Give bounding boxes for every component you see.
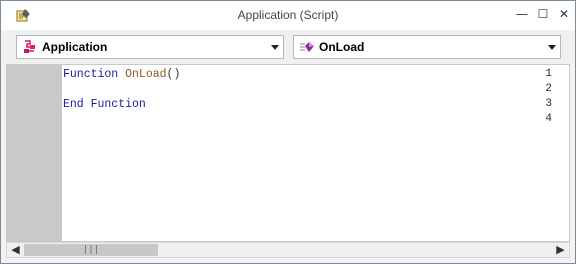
horizontal-scrollbar[interactable]: ◀ ||| ▶: [6, 242, 570, 258]
line-number: 1: [545, 68, 552, 80]
scroll-right-button[interactable]: ▶: [552, 243, 569, 257]
window-title: Application (Script): [237, 8, 339, 22]
toolbar: Application OnLoad: [1, 30, 575, 64]
script-window: Application (Script) — ☐ ✕ Application O…: [0, 0, 576, 264]
object-dropdown[interactable]: Application: [16, 35, 284, 59]
code-token: (): [166, 68, 181, 81]
minimize-button[interactable]: —: [513, 5, 531, 23]
application-object-icon: [24, 40, 35, 53]
code-token: Function: [63, 68, 126, 81]
title-bar[interactable]: Application (Script) — ☐ ✕: [1, 1, 575, 30]
object-dropdown-value: Application: [42, 40, 108, 54]
line-number: 2: [545, 83, 552, 95]
code-line[interactable]: End Function: [63, 98, 146, 111]
code-token: End Function: [63, 98, 146, 111]
code-token: OnLoad: [125, 68, 167, 81]
line-number: 4: [545, 113, 552, 125]
close-button[interactable]: ✕: [555, 5, 573, 23]
line-number: 3: [545, 98, 552, 110]
procedure-dropdown[interactable]: OnLoad: [293, 35, 561, 59]
scrollbar-thumb[interactable]: |||: [24, 244, 158, 256]
chevron-down-icon: [548, 45, 556, 50]
scroll-left-button[interactable]: ◀: [7, 243, 24, 257]
line-number-gutter: [7, 65, 62, 241]
maximize-button[interactable]: ☐: [534, 5, 552, 23]
code-line[interactable]: Function OnLoad(): [63, 68, 180, 81]
event-method-icon: [300, 42, 314, 52]
code-editor[interactable]: 1 Function OnLoad() 2 3 End Function 4: [6, 64, 570, 242]
chevron-down-icon: [271, 45, 279, 50]
procedure-dropdown-value: OnLoad: [319, 40, 365, 54]
